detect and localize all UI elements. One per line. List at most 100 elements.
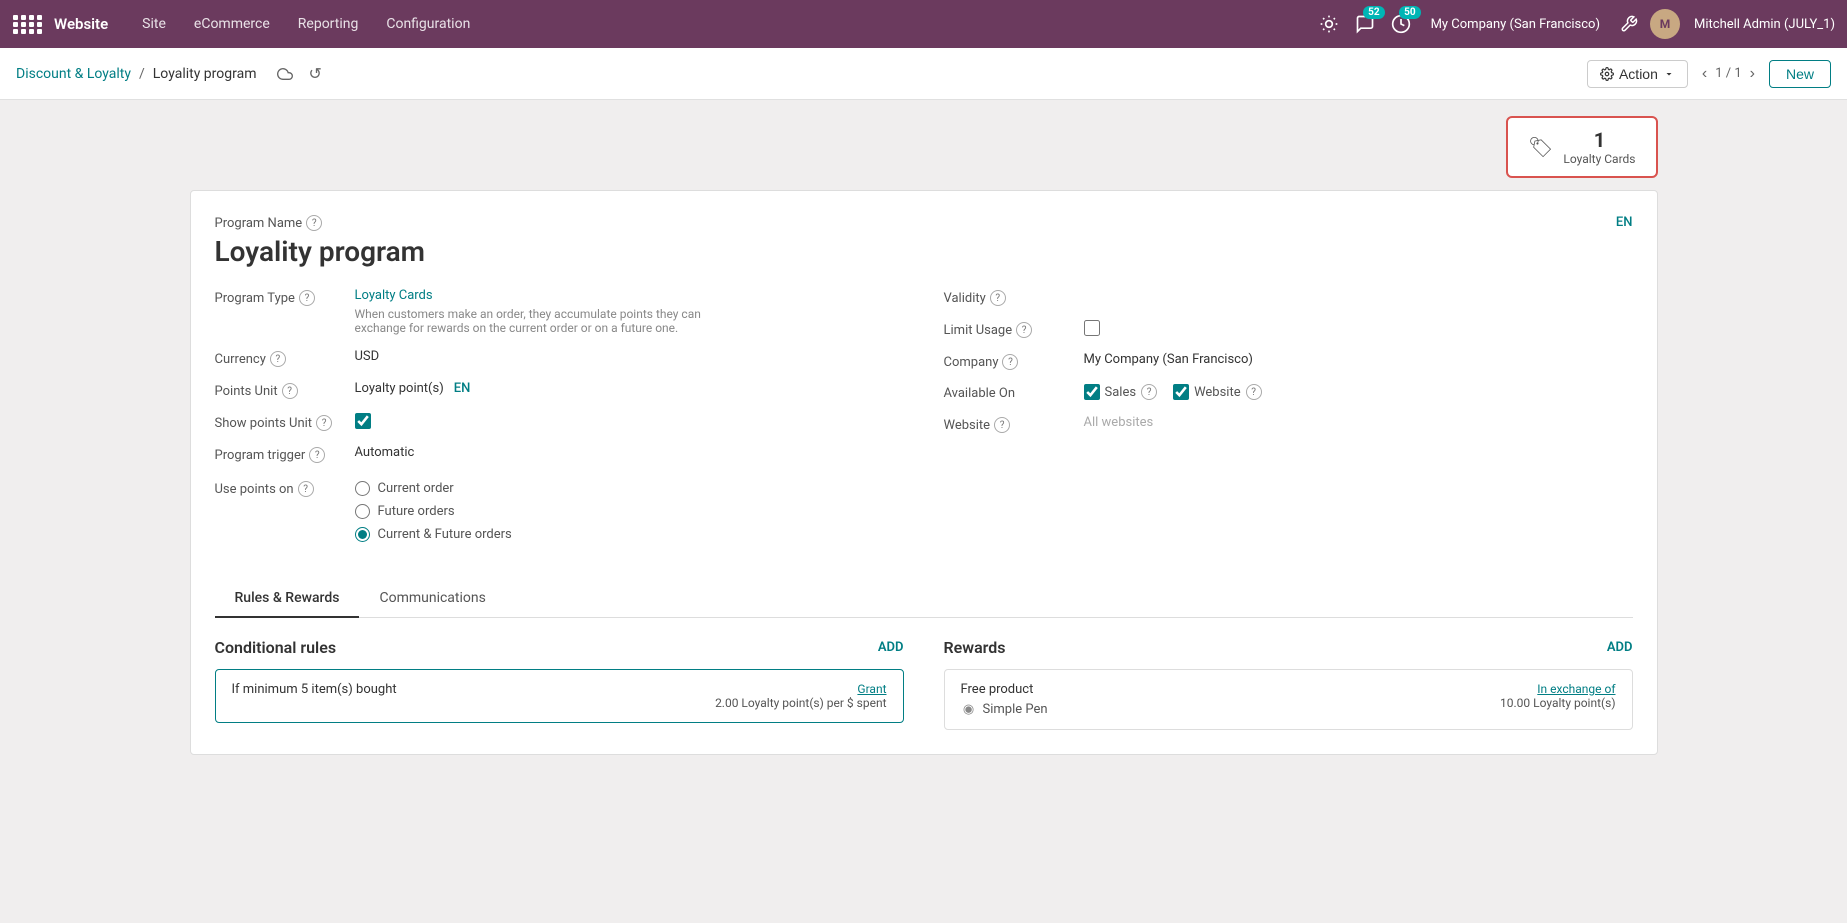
program-type-value[interactable]: Loyalty Cards: [355, 288, 735, 303]
currency-field: Currency ? USD: [215, 349, 904, 367]
reward-product: Simple Pen: [983, 702, 1048, 717]
limit-usage-label: Limit Usage: [944, 323, 1013, 338]
program-type-help[interactable]: ?: [299, 290, 315, 306]
refresh-button[interactable]: ↺: [305, 62, 326, 86]
new-button[interactable]: New: [1769, 60, 1831, 88]
validity-label: Validity: [944, 291, 986, 306]
rule-grant-value: 2.00 Loyalty point(s) per $ spent: [715, 696, 886, 710]
available-on-sales: Sales ?: [1084, 384, 1158, 400]
sales-help[interactable]: ?: [1141, 384, 1157, 400]
form-card: Program Name ? Loyality program EN Progr…: [190, 190, 1658, 755]
validity-help[interactable]: ?: [990, 290, 1006, 306]
program-name-label: Program Name: [215, 216, 303, 231]
user-avatar[interactable]: M: [1650, 9, 1680, 39]
tabs-bar: Rules & Rewards Communications: [215, 580, 1633, 618]
loyalty-cards-label: Loyalty Cards: [1563, 152, 1635, 166]
show-points-help[interactable]: ?: [316, 415, 332, 431]
company-label: Company: [944, 355, 999, 370]
use-points-help[interactable]: ?: [298, 481, 314, 497]
company-name: My Company (San Francisco): [1431, 17, 1600, 32]
next-record-button[interactable]: ›: [1746, 63, 1759, 85]
user-name: Mitchell Admin (JULY_1): [1694, 17, 1835, 32]
chat-icon[interactable]: 52: [1351, 10, 1379, 38]
points-unit-lang[interactable]: EN: [454, 381, 471, 396]
program-trigger-help[interactable]: ?: [309, 447, 325, 463]
clock-badge: 50: [1399, 6, 1420, 19]
conditional-rules-title: Conditional rules: [215, 638, 337, 657]
website-field: Website ? All websites: [944, 415, 1633, 433]
currency-label: Currency: [215, 352, 266, 367]
website-label: Website: [1194, 385, 1241, 400]
available-on-field: Available On Sales ? Website ?: [944, 384, 1633, 401]
stat-cards-row: 🏷 1 Loyalty Cards: [190, 116, 1658, 178]
add-rule-button[interactable]: ADD: [878, 640, 904, 655]
exchange-value: 10.00 Loyalty point(s): [1500, 696, 1615, 710]
reward-card[interactable]: Free product ◉ Simple Pen In exchange of…: [944, 669, 1633, 730]
use-points-future[interactable]: Future orders: [355, 504, 512, 519]
currency-help[interactable]: ?: [270, 351, 286, 367]
loyalty-cards-stat[interactable]: 🏷 1 Loyalty Cards: [1506, 116, 1657, 178]
program-trigger-value: Automatic: [355, 445, 415, 460]
website-help[interactable]: ?: [1246, 384, 1262, 400]
rewards-title: Rewards: [944, 638, 1006, 657]
website-value: All websites: [1084, 415, 1154, 430]
use-points-both[interactable]: Current & Future orders: [355, 527, 512, 542]
nav-configuration[interactable]: Configuration: [372, 0, 484, 48]
sun-icon[interactable]: [1315, 10, 1343, 38]
tab-communications[interactable]: Communications: [359, 580, 505, 618]
add-reward-button[interactable]: ADD: [1607, 640, 1633, 655]
show-points-field: Show points Unit ?: [215, 413, 904, 431]
limit-usage-checkbox[interactable]: [1084, 320, 1100, 336]
tab-rules-rewards[interactable]: Rules & Rewards: [215, 580, 360, 618]
action-button-label: Action: [1619, 66, 1658, 82]
currency-value: USD: [355, 349, 380, 364]
program-type-label: Program Type: [215, 291, 295, 306]
clock-icon[interactable]: 50: [1387, 10, 1415, 38]
sales-checkbox[interactable]: [1084, 384, 1100, 400]
rule-card[interactable]: If minimum 5 item(s) bought Grant 2.00 L…: [215, 669, 904, 723]
nav-site[interactable]: Site: [128, 0, 180, 48]
validity-field: Validity ?: [944, 288, 1633, 306]
settings-icon[interactable]: [1616, 11, 1642, 37]
use-points-label: Use points on: [215, 482, 294, 497]
grant-link[interactable]: Grant: [857, 682, 886, 696]
use-points-current[interactable]: Current order: [355, 481, 512, 496]
program-type-field: Program Type ? Loyalty Cards When custom…: [215, 288, 904, 335]
record-position: 1 / 1: [1715, 66, 1741, 81]
sales-label: Sales: [1105, 385, 1137, 400]
show-points-checkbox[interactable]: [355, 413, 371, 429]
main-content: 🏷 1 Loyalty Cards Program Name ? Loyalit…: [174, 100, 1674, 771]
available-on-label: Available On: [944, 386, 1016, 401]
website-help-icon[interactable]: ?: [994, 417, 1010, 433]
program-title: Loyality program: [215, 235, 426, 268]
limit-usage-help[interactable]: ?: [1016, 322, 1032, 338]
app-name[interactable]: Website: [54, 15, 108, 33]
use-points-future-label: Future orders: [378, 504, 455, 519]
action-button[interactable]: Action: [1587, 60, 1688, 88]
loyalty-cards-count: 1: [1594, 128, 1605, 152]
rule-text: If minimum 5 item(s) bought: [232, 682, 397, 697]
lang-badge[interactable]: EN: [1616, 215, 1633, 230]
breadcrumb-bar: Discount & Loyalty / Loyality program ↺ …: [0, 48, 1847, 100]
program-type-desc: When customers make an order, they accum…: [355, 307, 735, 335]
website-checkbox[interactable]: [1173, 384, 1189, 400]
program-name-help[interactable]: ?: [306, 215, 322, 231]
exchange-link[interactable]: In exchange of: [1537, 682, 1615, 696]
breadcrumb-parent[interactable]: Discount & Loyalty: [16, 66, 131, 82]
top-navigation: Website Site eCommerce Reporting Configu…: [0, 0, 1847, 48]
cloud-save-button[interactable]: [273, 62, 297, 86]
program-trigger-label: Program trigger: [215, 448, 306, 463]
use-points-field: Use points on ? Current order Future ord…: [215, 477, 904, 542]
form-fields: Program Type ? Loyalty Cards When custom…: [215, 288, 1633, 556]
breadcrumb-current: Loyality program: [153, 66, 257, 82]
prev-record-button[interactable]: ‹: [1698, 63, 1711, 85]
points-unit-help[interactable]: ?: [282, 383, 298, 399]
chat-badge: 52: [1363, 6, 1384, 19]
app-grid-icon[interactable]: [12, 8, 44, 40]
nav-reporting[interactable]: Reporting: [284, 0, 373, 48]
company-help[interactable]: ?: [1002, 354, 1018, 370]
company-value: My Company (San Francisco): [1084, 352, 1253, 367]
nav-ecommerce[interactable]: eCommerce: [180, 0, 284, 48]
limit-usage-field: Limit Usage ?: [944, 320, 1633, 338]
points-unit-label: Points Unit: [215, 384, 278, 399]
